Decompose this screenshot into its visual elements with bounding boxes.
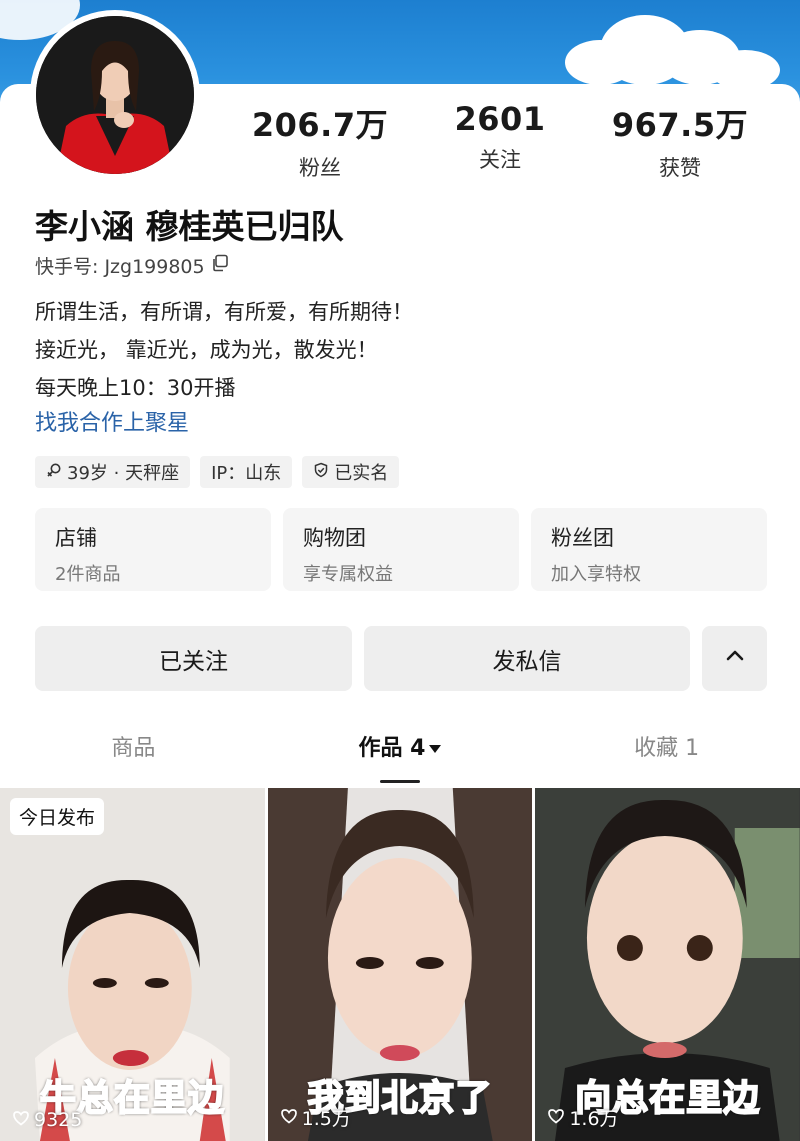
video-likes: 1.5万: [280, 1104, 351, 1131]
card-subtitle: 加入享特权: [551, 564, 641, 585]
card-title: 购物团: [303, 526, 366, 550]
tag-verified-label: 已实名: [334, 463, 389, 484]
shield-check-icon: [313, 462, 329, 483]
stat-value: 967.5万: [611, 106, 749, 144]
card-shopping-group[interactable]: 购物团 享专属权益: [283, 508, 519, 591]
action-buttons: 已关注 发私信: [35, 626, 767, 691]
stat-followers[interactable]: 206.7万 粉丝: [230, 100, 410, 182]
followed-button[interactable]: 已关注: [35, 626, 352, 691]
stat-label: 获赞: [659, 156, 701, 180]
tag-age-label: 39岁 · 天秤座: [67, 463, 180, 484]
tab-works[interactable]: 作品 4: [267, 730, 534, 783]
caret-down-icon: [429, 745, 442, 753]
card-title: 店铺: [55, 526, 97, 550]
stat-label: 关注: [479, 148, 521, 172]
avatar[interactable]: [30, 10, 200, 180]
likes-count: 1.6万: [569, 1108, 619, 1130]
heart-icon: [12, 1109, 30, 1131]
bio-line: 所谓生活，有所谓，有所爱，有所期待！: [35, 300, 413, 324]
heart-icon: [280, 1107, 298, 1129]
kuaishou-id-row: 快手号: Jzg199805: [35, 252, 229, 279]
copy-icon[interactable]: [211, 254, 229, 277]
card-shop[interactable]: 店铺 2件商品: [35, 508, 271, 591]
card-title: 粉丝团: [551, 526, 614, 550]
avatar-image: [36, 16, 194, 174]
collapse-button[interactable]: [702, 626, 767, 691]
video-grid: 今日发布 牛总在里边 9325 我到北京了 1.5万 向总在里边 1.6万: [0, 788, 800, 1141]
service-cards: 店铺 2件商品 购物团 享专属权益 粉丝团 加入享特权: [35, 508, 767, 591]
card-subtitle: 享专属权益: [303, 564, 393, 585]
tab-label: 收藏 1: [634, 736, 700, 761]
female-icon: [46, 462, 62, 483]
tab-favorites[interactable]: 收藏 1: [533, 730, 800, 782]
stat-value: 2601: [454, 100, 546, 138]
today-published-badge: 今日发布: [10, 798, 105, 835]
stat-following[interactable]: 2601 关注: [410, 100, 590, 182]
stat-label: 粉丝: [299, 156, 341, 180]
video-likes: 1.6万: [547, 1104, 619, 1131]
card-subtitle: 2件商品: [55, 564, 121, 585]
video-thumbnail[interactable]: 我到北京了 1.5万: [267, 788, 533, 1141]
chevron-up-icon: [722, 643, 748, 675]
bio-line: 每天晚上10：30开播: [35, 376, 236, 400]
likes-count: 9325: [34, 1109, 83, 1131]
profile-tags: 39岁 · 天秤座 IP：山东 已实名: [35, 456, 400, 488]
profile-name: 李小涵 穆桂英已归队: [35, 207, 344, 246]
stat-value: 206.7万: [251, 106, 389, 144]
message-button[interactable]: 发私信: [364, 626, 690, 691]
video-thumbnail[interactable]: 今日发布 牛总在里边 9325: [0, 788, 265, 1141]
heart-icon: [547, 1107, 565, 1129]
kuaishou-id: 快手号: Jzg199805: [35, 256, 205, 278]
tag-verified: 已实名: [302, 456, 400, 488]
tab-label: 商品: [111, 736, 156, 761]
stat-likes[interactable]: 967.5万 获赞: [590, 100, 770, 182]
bio-line: 接近光， 靠近光，成为光，散发光！: [35, 338, 378, 362]
profile-bio: 所谓生活，有所谓，有所爱，有所期待！ 接近光， 靠近光，成为光，散发光！ 每天晚…: [35, 293, 413, 407]
tag-age: 39岁 · 天秤座: [35, 456, 191, 488]
tag-ip-label: IP：山东: [211, 463, 282, 484]
content-tabs: 商品 作品 4 收藏 1: [0, 730, 800, 783]
tab-active-indicator: [380, 780, 420, 783]
likes-count: 1.5万: [301, 1108, 351, 1130]
cooperation-link[interactable]: 找我合作上聚星: [35, 405, 189, 437]
profile-stats: 206.7万 粉丝 2601 关注 967.5万 获赞: [230, 100, 770, 182]
video-likes: 9325: [12, 1109, 82, 1131]
tab-products[interactable]: 商品: [0, 730, 267, 782]
video-thumbnail[interactable]: 向总在里边 1.6万: [535, 788, 800, 1141]
tag-ip: IP：山东: [200, 456, 293, 488]
tab-label: 作品 4: [358, 736, 426, 761]
card-fan-group[interactable]: 粉丝团 加入享特权: [531, 508, 767, 591]
